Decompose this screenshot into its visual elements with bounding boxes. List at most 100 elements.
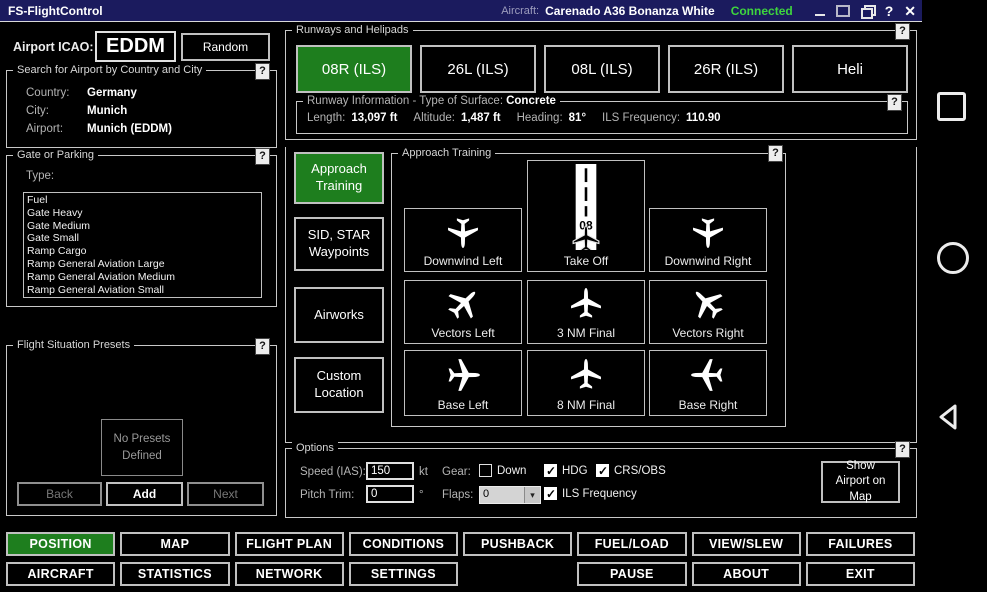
show-airport-on-map-button[interactable]: Show Airport on Map [821,461,900,503]
nav-exit-button[interactable]: EXIT [806,562,915,586]
ils-frequency-checkbox-row[interactable]: ILS Frequency [544,487,637,500]
cell-label: Downwind Left [405,254,521,268]
nav-fuel-load-button[interactable]: FUEL/LOAD [577,532,686,556]
gate-type-label: Type: [26,170,54,182]
gear-label: Gear: [442,466,471,478]
plane-up-icon [528,355,644,395]
gate-type-option[interactable]: Ramp Cargo [24,245,261,258]
nav-pause-button[interactable]: PAUSE [577,562,686,586]
flaps-label: Flaps: [442,489,473,501]
presets-back-button[interactable]: Back [17,482,102,506]
close-icon[interactable]: ✕ [904,4,916,18]
mode-sid-star-button[interactable]: SID, STAR Waypoints [294,217,384,271]
flaps-dropdown-arrow-icon[interactable] [524,487,540,503]
position-mode-panel: Approach Training SID, STAR Waypoints Ai… [285,147,917,443]
approach-help-icon[interactable]: ? [768,145,783,162]
recent-apps-icon[interactable] [937,92,966,121]
nav-conditions-button[interactable]: CONDITIONS [349,532,458,556]
back-icon[interactable] [934,402,964,432]
maximize-icon[interactable] [836,5,850,17]
nav-pushback-button[interactable]: PUSHBACK [463,532,572,556]
runway-button-26r[interactable]: 26R (ILS) [668,45,784,93]
nav-failures-button[interactable]: FAILURES [806,532,915,556]
city-value[interactable]: Munich [87,105,127,117]
runway-button-08r[interactable]: 08R (ILS) [296,45,412,93]
home-icon[interactable] [937,242,969,274]
gate-type-option[interactable]: Ramp General Aviation Large [24,258,261,271]
gate-type-option[interactable]: Fuel [24,194,261,207]
pitch-unit-label: ° [419,489,424,501]
flight-presets-legend: Flight Situation Presets [13,339,134,351]
connection-status-badge: Connected [731,4,793,18]
gate-help-icon[interactable]: ? [255,148,270,165]
crs-obs-checkbox-row[interactable]: CRS/OBS [596,464,666,477]
pitch-trim-input[interactable] [366,485,414,503]
nav-settings-button[interactable]: SETTINGS [349,562,458,586]
runways-group: Runways and Helipads ? 08R (ILS) 26L (IL… [285,30,917,140]
approach-cell-downwind-right[interactable]: Downwind Right [649,208,767,272]
crs-obs-checkbox[interactable] [596,464,609,477]
restore-windows-icon[interactable] [861,5,874,16]
gear-down-checkbox-row[interactable]: Down [479,464,526,477]
nav-network-button[interactable]: NETWORK [235,562,344,586]
speed-unit-label: kt [419,466,428,478]
mode-approach-training-button[interactable]: Approach Training [294,152,384,204]
presets-add-button[interactable]: Add [106,482,183,506]
flight-presets-group: Flight Situation Presets ? No Presets De… [6,345,277,516]
nav-position-button[interactable]: POSITION [6,532,115,556]
nav-statistics-button[interactable]: STATISTICS [120,562,229,586]
minimize-icon[interactable] [815,5,825,16]
gate-type-option[interactable]: Ramp General Aviation Small [24,284,261,297]
approach-cell-vectors-left[interactable]: Vectors Left [404,280,522,344]
gate-type-option[interactable]: Ramp General Aviation Medium [24,271,261,284]
flaps-dropdown[interactable]: 0 [479,486,541,504]
mode-airworks-button[interactable]: Airworks [294,287,384,343]
nav-map-button[interactable]: MAP [120,532,229,556]
nav-about-button[interactable]: ABOUT [692,562,801,586]
approach-cell-take-off[interactable]: 08 Take Off [527,160,645,272]
search-help-icon[interactable]: ? [255,63,270,80]
gate-type-option[interactable]: Gate Heavy [24,207,261,220]
approach-cell-8nm-final[interactable]: 8 NM Final [527,350,645,416]
ils-frequency-checkbox[interactable] [544,487,557,500]
mode-custom-location-button[interactable]: Custom Location [294,357,384,413]
gate-type-option[interactable]: Gate Small [24,232,261,245]
airport-icao-input[interactable] [95,31,176,62]
runway-button-26l[interactable]: 26L (ILS) [420,45,536,93]
device-nav-bar [922,0,987,592]
hdg-checkbox-row[interactable]: HDG [544,464,588,477]
plane-right-icon [405,355,521,395]
titlebar-help-icon[interactable]: ? [885,4,894,18]
approach-cell-3nm-final[interactable]: 3 NM Final [527,280,645,344]
length-value: 13,097 ft [351,112,397,124]
speed-ias-input[interactable] [366,462,414,480]
runway-button-08l[interactable]: 08L (ILS) [544,45,660,93]
approach-cell-base-right[interactable]: Base Right [649,350,767,416]
heading-value: 81° [569,112,586,124]
options-help-icon[interactable]: ? [895,441,910,458]
random-airport-button[interactable]: Random [181,33,270,61]
nav-view-slew-button[interactable]: VIEW/SLEW [692,532,801,556]
hdg-checkbox[interactable] [544,464,557,477]
runway-info-legend: Runway Information - Type of Surface: Co… [303,95,560,107]
airport-value[interactable]: Munich (EDDM) [87,123,172,135]
altitude-value: 1,487 ft [461,112,501,124]
approach-cell-base-left[interactable]: Base Left [404,350,522,416]
country-value[interactable]: Germany [87,87,137,99]
presets-next-button[interactable]: Next [187,482,264,506]
cell-label: Vectors Right [650,326,766,340]
country-label: Country: [26,87,69,99]
nav-flight-plan-button[interactable]: FLIGHT PLAN [235,532,344,556]
runways-help-icon[interactable]: ? [895,23,910,40]
length-label: Length: [307,112,345,124]
approach-cell-downwind-left[interactable]: Downwind Left [404,208,522,272]
gear-down-checkbox[interactable] [479,464,492,477]
no-presets-placeholder: No Presets Defined [101,419,183,476]
nav-aircraft-button[interactable]: AIRCRAFT [6,562,115,586]
runway-button-heli[interactable]: Heli [792,45,908,93]
gate-type-option[interactable]: Gate Medium [24,220,261,233]
approach-cell-vectors-right[interactable]: Vectors Right [649,280,767,344]
presets-help-icon[interactable]: ? [255,338,270,355]
search-airport-group: Search for Airport by Country and City ?… [6,70,277,148]
runway-info-help-icon[interactable]: ? [887,94,902,111]
